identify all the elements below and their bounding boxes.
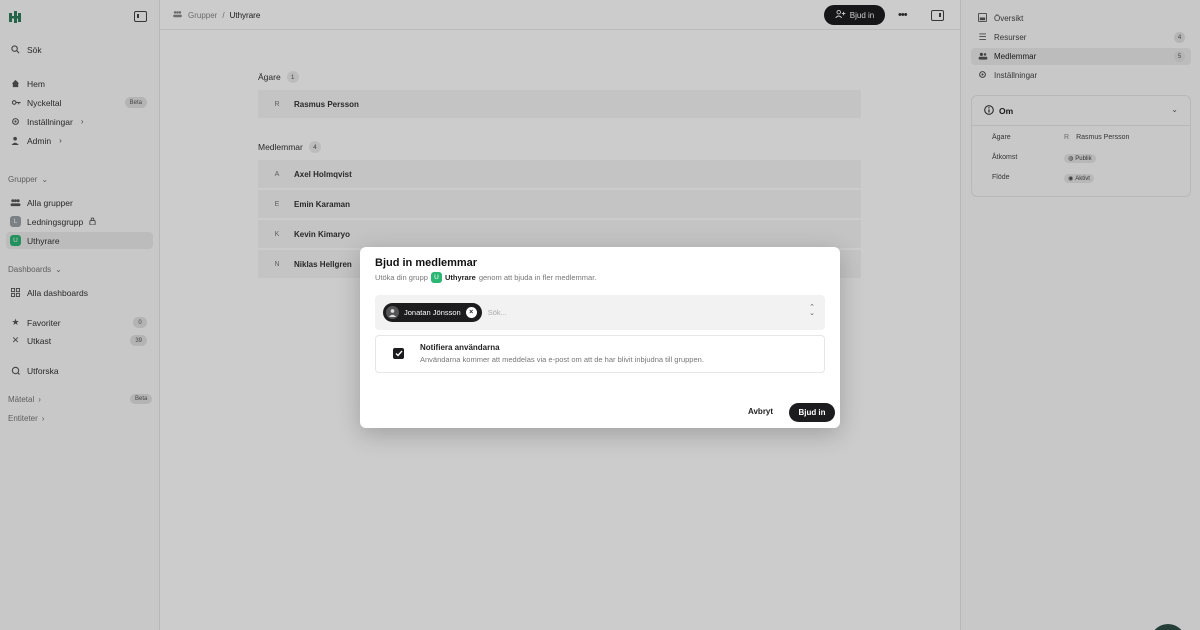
notify-title: Notifiera användarna [420,343,500,352]
invite-members-dialog: Bjud in medlemmar Utöka din grupp U Uthy… [360,247,840,428]
dialog-title: Bjud in medlemmar [375,257,478,269]
chevron-up-down-icon[interactable]: ⌃ ⌄ [809,304,815,317]
selected-user-chip: Jonatan Jönsson × [383,303,482,322]
cancel-button[interactable]: Avbryt [748,407,773,416]
dialog-subtitle: Utöka din grupp U Uthyrare genom att bju… [375,272,597,283]
selected-user-name: Jonatan Jönsson [404,308,461,317]
remove-user-icon[interactable]: × [465,307,477,318]
user-avatar-icon [386,306,399,319]
group-initial-badge: U [430,272,442,283]
notify-checkbox[interactable] [393,348,404,359]
notify-description: Användarna kommer att meddelas via e-pos… [420,355,704,364]
group-name: Uthyrare [444,273,476,282]
notify-option[interactable]: Notifiera användarna Användarna kommer a… [375,335,825,373]
user-select[interactable]: Jonatan Jönsson × ⌃⌄ [375,295,825,330]
submit-invite-button[interactable]: Bjud in [789,403,835,422]
user-search-input[interactable] [487,308,788,317]
